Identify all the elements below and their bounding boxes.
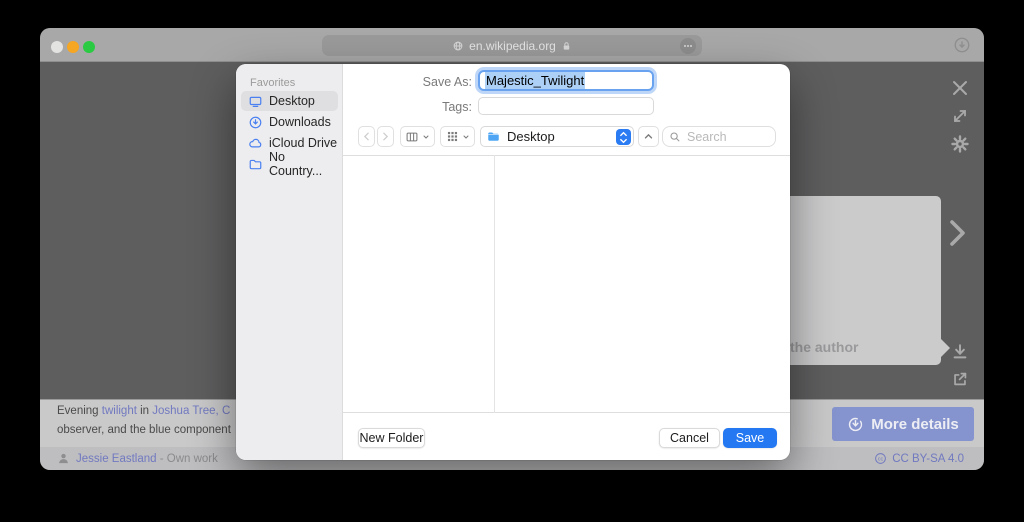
location-dropdown[interactable]: Desktop bbox=[480, 126, 634, 147]
filename-selected-text: Majestic_Twilight bbox=[485, 72, 586, 89]
downloads-toolbar-icon[interactable] bbox=[953, 36, 971, 54]
up-directory-button[interactable] bbox=[638, 126, 659, 147]
desktop-icon bbox=[248, 94, 263, 109]
close-icon[interactable] bbox=[950, 78, 970, 98]
flyout-text: the author bbox=[790, 339, 859, 355]
sidebar-item-desktop[interactable]: Desktop bbox=[241, 91, 338, 111]
sidebar-item-label: Downloads bbox=[269, 115, 331, 129]
forward-button[interactable] bbox=[377, 126, 394, 147]
svg-text:cc: cc bbox=[878, 456, 884, 462]
caption-link-twilight[interactable]: twilight bbox=[102, 405, 137, 417]
downloads-circle-icon bbox=[248, 115, 263, 130]
caption-line-2: observer, and the blue component bbox=[57, 424, 231, 436]
author-link[interactable]: Jessie Eastland bbox=[76, 453, 157, 465]
tags-label: Tags: bbox=[442, 100, 472, 114]
sidebar-item-label: No Country... bbox=[269, 150, 323, 178]
traffic-light-minimize[interactable] bbox=[67, 41, 79, 53]
favorites-header: Favorites bbox=[250, 77, 296, 89]
chevron-down-icon bbox=[462, 133, 470, 141]
sidebar-item-no-country[interactable]: No Country... bbox=[241, 150, 338, 178]
caption-line-1: Evening twilight in Joshua Tree, C bbox=[57, 405, 231, 417]
flyout-arrow bbox=[941, 339, 950, 357]
browser-toolbar: en.wikipedia.org bbox=[40, 28, 984, 62]
commons-logo-icon bbox=[847, 416, 864, 433]
screenshot-root: en.wikipedia.org the author Evening twil… bbox=[0, 0, 1024, 522]
url-text: en.wikipedia.org bbox=[469, 38, 556, 53]
more-details-label: More details bbox=[871, 415, 959, 433]
search-field[interactable] bbox=[662, 126, 776, 147]
download-flyout-panel: the author bbox=[780, 196, 950, 365]
folder-icon bbox=[248, 157, 263, 172]
chevron-down-icon bbox=[422, 133, 430, 141]
dialog-sidebar: Favorites Desktop Downloads iCloud Drive… bbox=[236, 64, 343, 460]
settings-gear-icon[interactable] bbox=[950, 134, 970, 154]
back-button[interactable] bbox=[358, 126, 375, 147]
next-image-icon[interactable] bbox=[946, 218, 968, 248]
lock-icon bbox=[561, 40, 572, 52]
globe-icon bbox=[452, 40, 464, 52]
license-link[interactable]: cc CC BY-SA 4.0 bbox=[874, 452, 964, 465]
column-divider bbox=[494, 155, 495, 413]
tags-input[interactable] bbox=[478, 97, 654, 115]
icon-view-button[interactable] bbox=[440, 126, 475, 147]
author-rest: - Own work bbox=[156, 452, 218, 465]
author-person-icon bbox=[57, 452, 70, 465]
save-button[interactable]: Save bbox=[723, 428, 777, 448]
save-dialog: Favorites Desktop Downloads iCloud Drive… bbox=[236, 64, 790, 460]
location-value: Desktop bbox=[507, 129, 555, 144]
caption-link-joshua-tree[interactable]: Joshua Tree, C bbox=[152, 405, 230, 417]
fullscreen-icon[interactable] bbox=[950, 106, 970, 126]
search-icon bbox=[669, 131, 681, 143]
address-bar[interactable]: en.wikipedia.org bbox=[322, 35, 702, 56]
sidebar-item-downloads[interactable]: Downloads bbox=[241, 112, 338, 132]
share-icon[interactable] bbox=[951, 370, 969, 388]
cloud-icon bbox=[248, 136, 263, 151]
more-details-button[interactable]: More details bbox=[832, 407, 974, 441]
save-as-label: Save As: bbox=[422, 75, 472, 89]
new-folder-button[interactable]: New Folder bbox=[358, 428, 425, 448]
grid-view-icon bbox=[446, 130, 459, 143]
cancel-button[interactable]: Cancel bbox=[659, 428, 720, 448]
cc-icon: cc bbox=[874, 452, 887, 465]
column-view-button[interactable] bbox=[400, 126, 435, 147]
filename-input[interactable]: Majestic_Twilight bbox=[478, 70, 654, 91]
blue-folder-icon bbox=[486, 129, 501, 144]
sidebar-item-label: Desktop bbox=[269, 94, 315, 108]
column-view-icon bbox=[405, 130, 419, 144]
download-image-icon[interactable] bbox=[951, 342, 969, 361]
traffic-light-zoom[interactable] bbox=[83, 41, 95, 53]
search-input[interactable] bbox=[685, 128, 769, 145]
file-browser-columns[interactable] bbox=[343, 155, 790, 413]
sidebar-item-label: iCloud Drive bbox=[269, 136, 338, 150]
more-options-icon[interactable] bbox=[680, 37, 696, 54]
traffic-light-close[interactable] bbox=[51, 41, 63, 53]
dropdown-stepper-icon bbox=[615, 129, 631, 145]
